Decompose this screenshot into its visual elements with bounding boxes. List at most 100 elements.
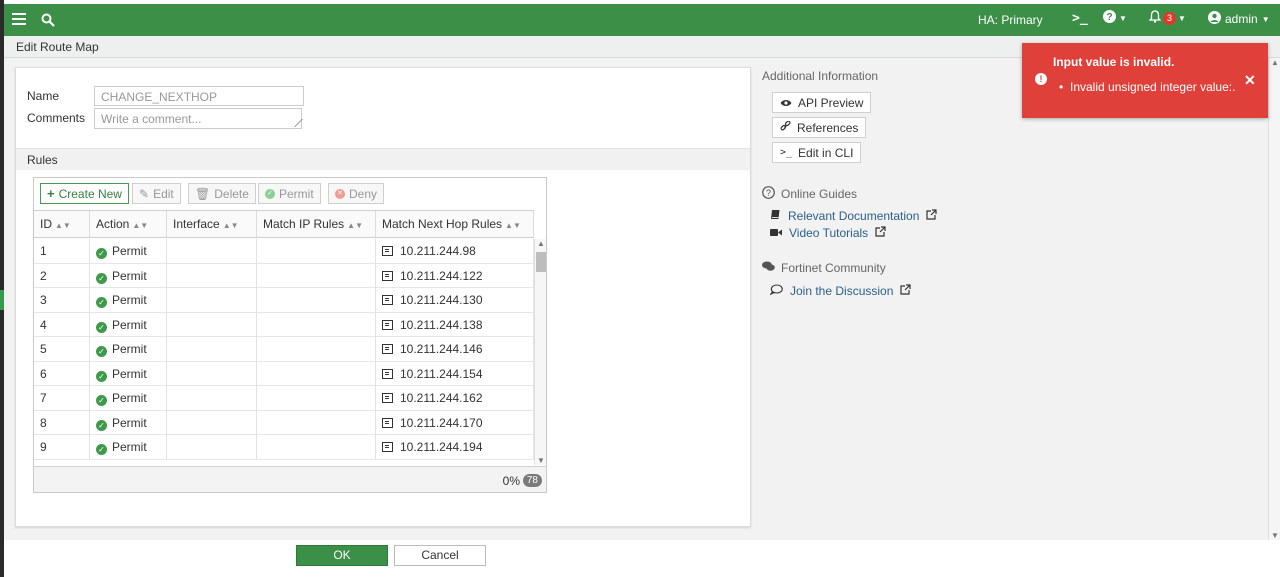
table-row[interactable]: 9 ✓ Permit 10.211.244.194 (34, 435, 534, 460)
cell-id: 1 (34, 239, 90, 263)
search-icon[interactable] (40, 12, 56, 28)
trash-icon: 🗑 (195, 186, 211, 201)
scroll-up-icon[interactable]: ▲ (537, 239, 545, 248)
edit-in-cli-button[interactable]: >_ Edit in CLI (772, 142, 862, 163)
check-circle-icon: ✓ (96, 272, 107, 284)
table-row[interactable]: 6 ✓ Permit 10.211.244.154 (34, 361, 534, 386)
ha-status[interactable]: HA: Primary (978, 13, 1043, 27)
cell-id: 8 (34, 410, 90, 435)
name-input[interactable]: CHANGE_NEXTHOP (94, 86, 304, 106)
deny-circle-icon: ✕ (335, 188, 345, 199)
create-new-button[interactable]: + Create New (40, 183, 129, 204)
cell-text: 6 (40, 366, 47, 381)
references-button[interactable]: References (772, 117, 867, 138)
cli-console-icon[interactable]: >_ (1072, 11, 1088, 26)
comments-label: Comments (27, 111, 86, 125)
table-row[interactable]: 4 ✓ Permit 10.211.244.138 (34, 312, 534, 337)
user-name: admin (1225, 12, 1258, 26)
check-circle-icon: ✓ (96, 419, 107, 431)
close-icon[interactable]: ✕ (1244, 72, 1256, 89)
toast-message: Invalid unsigned integer value:. (1059, 80, 1235, 94)
table-row[interactable]: 8 ✓ Permit 10.211.244.170 (34, 410, 534, 435)
cell-id: 5 (34, 337, 90, 361)
cell-text: Permit (112, 440, 147, 454)
scroll-down-icon[interactable]: ▼ (1271, 531, 1279, 540)
help-menu[interactable]: ? ▼ (1103, 10, 1127, 26)
table-row[interactable]: 2 ✓ Permit 10.211.244.122 (34, 263, 534, 288)
rules-label: Rules (27, 153, 58, 167)
column-interface-label: Interface (173, 217, 220, 231)
table-scrollbar[interactable]: ▲ ▼ (534, 239, 546, 465)
column-header-match-ip[interactable]: Match IP Rules ▲▼ (257, 211, 376, 237)
external-link-icon (875, 226, 886, 240)
scroll-thumb[interactable] (536, 252, 546, 272)
comments-textarea[interactable]: Write a comment... (94, 108, 303, 129)
scroll-down-icon[interactable]: ▼ (537, 456, 545, 465)
deny-button[interactable]: ✕ Deny (328, 183, 385, 204)
column-header-interface[interactable]: Interface ▲▼ (167, 211, 257, 237)
chevron-down-icon: ▼ (1178, 13, 1186, 23)
cell-text: 10.211.244.162 (400, 391, 483, 405)
cell-text: 10.211.244.122 (400, 268, 483, 283)
address-object-icon (382, 417, 393, 428)
resize-handle-icon[interactable] (287, 119, 303, 127)
api-preview-button[interactable]: API Preview (772, 92, 872, 113)
column-header-action[interactable]: Action ▲▼ (90, 211, 167, 237)
column-header-next-hop[interactable]: Match Next Hop Rules ▲▼ (376, 211, 534, 237)
address-object-icon (382, 344, 393, 354)
cell-next-hop: 10.211.244.130 (376, 288, 534, 312)
user-menu[interactable]: admin ▼ (1208, 11, 1270, 27)
check-circle-icon: ✓ (96, 321, 107, 333)
cell-text: 10.211.244.138 (400, 317, 483, 332)
scroll-up-icon[interactable]: ▲ (1271, 58, 1279, 67)
cell-interface (167, 263, 257, 288)
ok-button[interactable]: OK (296, 545, 388, 566)
table-row[interactable]: 7 ✓ Permit 10.211.244.162 (34, 386, 534, 411)
join-discussion-link[interactable]: Join the Discussion (769, 284, 911, 298)
delete-label: Delete (214, 186, 249, 201)
api-preview-label: API Preview (798, 95, 864, 110)
relevant-documentation-label: Relevant Documentation (788, 209, 920, 223)
error-toast: ! Input value is invalid. Invalid unsign… (1022, 43, 1268, 118)
cell-action: ✓ Permit (90, 288, 167, 312)
table-row[interactable]: 3 ✓ Permit 10.211.244.130 (34, 288, 534, 313)
video-tutorials-link[interactable]: Video Tutorials (770, 226, 886, 240)
load-percent: 0% (502, 474, 520, 488)
cell-interface (167, 435, 257, 459)
permit-button[interactable]: ✓ Permit (258, 183, 321, 204)
column-header-id[interactable]: ID ▲▼ (34, 211, 90, 237)
name-label: Name (27, 89, 60, 103)
cell-text: Permit (112, 317, 147, 332)
table-body: 1 ✓ Permit 10.211.244.98 2 ✓ Permit 10.211.244.… (34, 239, 534, 465)
cell-next-hop: 10.211.244.154 (376, 361, 534, 386)
cancel-button[interactable]: Cancel (394, 545, 486, 566)
svg-text:?: ? (766, 188, 771, 198)
check-circle-icon: ✓ (96, 346, 107, 357)
table-row[interactable]: 5 ✓ Permit 10.211.244.146 (34, 337, 534, 362)
cell-text: 2 (40, 268, 47, 283)
cell-id: 6 (34, 361, 90, 386)
cell-next-hop: 10.211.244.162 (376, 386, 534, 410)
cell-text: Permit (112, 366, 147, 381)
edit-button[interactable]: ✎ Edit (132, 183, 181, 204)
table-row[interactable]: 1 ✓ Permit 10.211.244.98 (34, 239, 534, 264)
cell-text: 10.211.244.194 (400, 440, 483, 454)
page-scrollbar[interactable]: ▲ ▼ (1268, 58, 1280, 540)
table-header: ID ▲▼ Action ▲▼ Interface ▲▼ Match IP Rules… (34, 210, 534, 238)
cell-match-ip (257, 410, 376, 435)
sort-icon: ▲▼ (132, 221, 149, 230)
relevant-documentation-link[interactable]: Relevant Documentation (770, 209, 938, 223)
delete-button[interactable]: 🗑 Delete (188, 183, 256, 204)
row-count-badge: 78 (522, 474, 542, 487)
hamburger-menu-icon[interactable] (12, 12, 26, 26)
plus-icon: + (47, 186, 55, 201)
cell-text: 10.211.244.130 (400, 293, 483, 307)
fortinet-community-label: Fortinet Community (781, 261, 886, 275)
cell-match-ip (257, 312, 376, 337)
column-action-label: Action (96, 217, 130, 231)
address-object-icon (382, 246, 393, 256)
online-guides-label: Online Guides (781, 187, 858, 201)
table-footer: 0% 78 (34, 466, 546, 492)
cell-id: 7 (34, 386, 90, 410)
notifications-menu[interactable]: 3 ▼ (1148, 10, 1186, 26)
